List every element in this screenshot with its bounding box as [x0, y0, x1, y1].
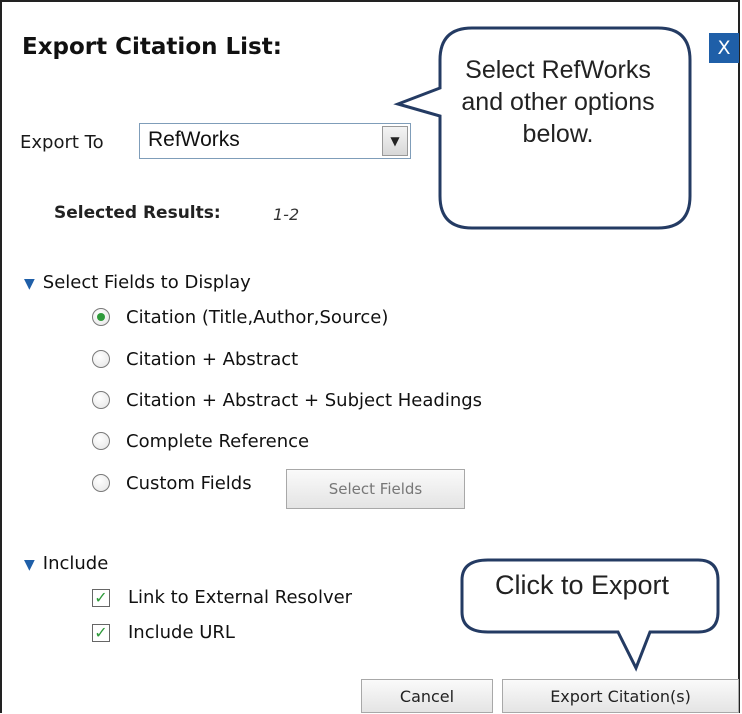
callout-bottom-text: Click to Export [494, 570, 670, 600]
callout-top-text: Select RefWorks and other options below. [461, 56, 655, 148]
